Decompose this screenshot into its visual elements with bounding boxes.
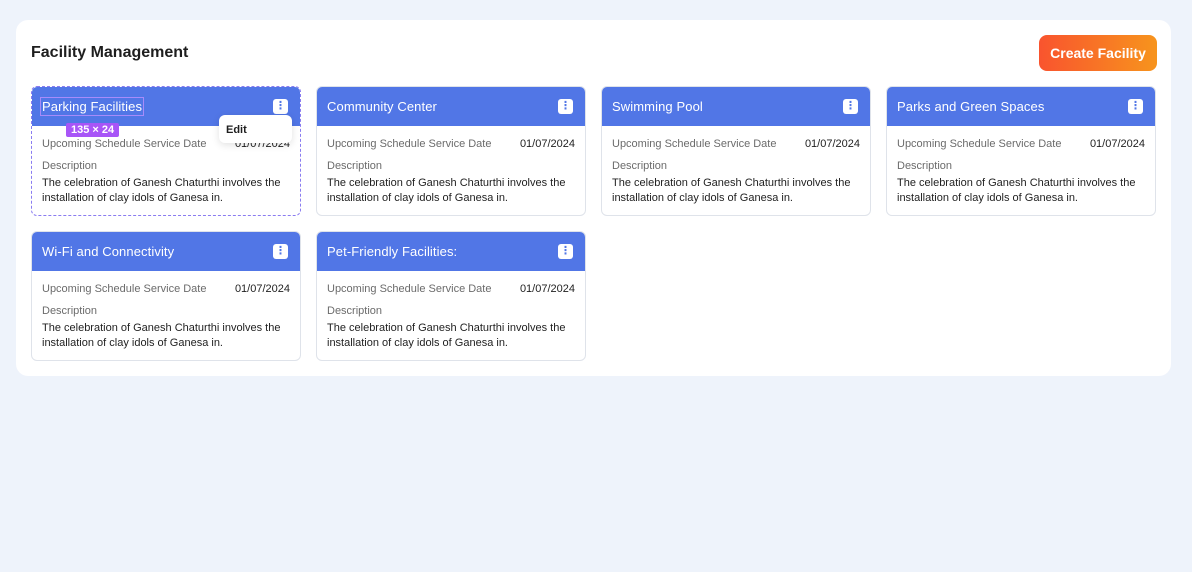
more-vertical-icon: ⋮	[560, 245, 571, 257]
card-title: Parks and Green Spaces	[897, 99, 1045, 114]
schedule-row: Upcoming Schedule Service Date 01/07/202…	[327, 283, 575, 295]
create-facility-button[interactable]: Create Facility	[1039, 35, 1157, 71]
facility-card-parks[interactable]: Parks and Green Spaces ⋮ Upcoming Schedu…	[886, 86, 1156, 216]
card-menu-button[interactable]: ⋮	[273, 99, 288, 114]
card-header: Wi-Fi and Connectivity ⋮	[32, 232, 300, 271]
card-title: Wi-Fi and Connectivity	[42, 244, 175, 259]
description-text: The celebration of Ganesh Chaturthi invo…	[897, 177, 1136, 204]
card-menu-button[interactable]: ⋮	[273, 244, 288, 259]
description-label: Description	[42, 305, 98, 317]
card-header: Parks and Green Spaces ⋮	[887, 87, 1155, 126]
card-title: Swimming Pool	[612, 99, 703, 114]
schedule-label: Upcoming Schedule Service Date	[42, 283, 207, 295]
facility-card-wifi[interactable]: Wi-Fi and Connectivity ⋮ Upcoming Schedu…	[31, 231, 301, 361]
description-label: Description	[327, 305, 383, 317]
description-label: Description	[327, 160, 383, 172]
facility-card-pool[interactable]: Swimming Pool ⋮ Upcoming Schedule Servic…	[601, 86, 871, 216]
more-vertical-icon: ⋮	[560, 100, 571, 112]
more-vertical-icon: ⋮	[275, 245, 286, 257]
schedule-label: Upcoming Schedule Service Date	[327, 283, 492, 295]
size-badge: 135 × 24	[66, 123, 120, 137]
schedule-row: Upcoming Schedule Service Date 01/07/202…	[897, 138, 1145, 150]
schedule-label: Upcoming Schedule Service Date	[897, 138, 1062, 150]
more-vertical-icon: ⋮	[1130, 100, 1141, 112]
description-text: The celebration of Ganesh Chaturthi invo…	[612, 177, 851, 204]
description-label: Description	[612, 160, 668, 172]
card-title: Pet-Friendly Facilities:	[327, 244, 458, 259]
facility-card-pet[interactable]: Pet-Friendly Facilities: ⋮ Upcoming Sche…	[316, 231, 586, 361]
schedule-date: 01/07/2024	[519, 138, 575, 150]
more-vertical-icon: ⋮	[275, 100, 286, 112]
schedule-date: 01/07/2024	[519, 283, 575, 295]
schedule-date: 01/07/2024	[804, 138, 860, 150]
description-text: The celebration of Ganesh Chaturthi invo…	[327, 177, 566, 204]
card-header: Community Center ⋮	[317, 87, 585, 126]
card-menu-button[interactable]: ⋮	[558, 99, 573, 114]
schedule-row: Upcoming Schedule Service Date 01/07/202…	[612, 138, 860, 150]
description-text: The celebration of Ganesh Chaturthi invo…	[327, 322, 566, 349]
card-header: Pet-Friendly Facilities: ⋮	[317, 232, 585, 271]
card-menu-button[interactable]: ⋮	[1128, 99, 1143, 114]
edit-menu-item[interactable]: Edit	[219, 115, 292, 143]
schedule-row: Upcoming Schedule Service Date 01/07/202…	[327, 138, 575, 150]
facility-card-community[interactable]: Community Center ⋮ Upcoming Schedule Ser…	[316, 86, 586, 216]
description-label: Description	[42, 160, 98, 172]
card-title: Parking Facilities	[39, 97, 145, 116]
description-text: The celebration of Ganesh Chaturthi invo…	[42, 177, 281, 204]
schedule-date: 01/07/2024	[1089, 138, 1145, 150]
facility-card-parking[interactable]: Parking Facilities ⋮ Upcoming Schedule S…	[31, 86, 301, 216]
page-title: Facility Management	[31, 44, 189, 61]
description-label: Description	[897, 160, 953, 172]
card-menu-button[interactable]: ⋮	[843, 99, 858, 114]
schedule-label: Upcoming Schedule Service Date	[327, 138, 492, 150]
schedule-date: 01/07/2024	[234, 283, 290, 295]
schedule-row: Upcoming Schedule Service Date 01/07/202…	[42, 283, 290, 295]
card-header: Swimming Pool ⋮	[602, 87, 870, 126]
description-text: The celebration of Ganesh Chaturthi invo…	[42, 322, 281, 349]
schedule-label: Upcoming Schedule Service Date	[42, 138, 207, 150]
card-title: Community Center	[327, 99, 437, 114]
card-menu-button[interactable]: ⋮	[558, 244, 573, 259]
schedule-label: Upcoming Schedule Service Date	[612, 138, 777, 150]
more-vertical-icon: ⋮	[845, 100, 856, 112]
